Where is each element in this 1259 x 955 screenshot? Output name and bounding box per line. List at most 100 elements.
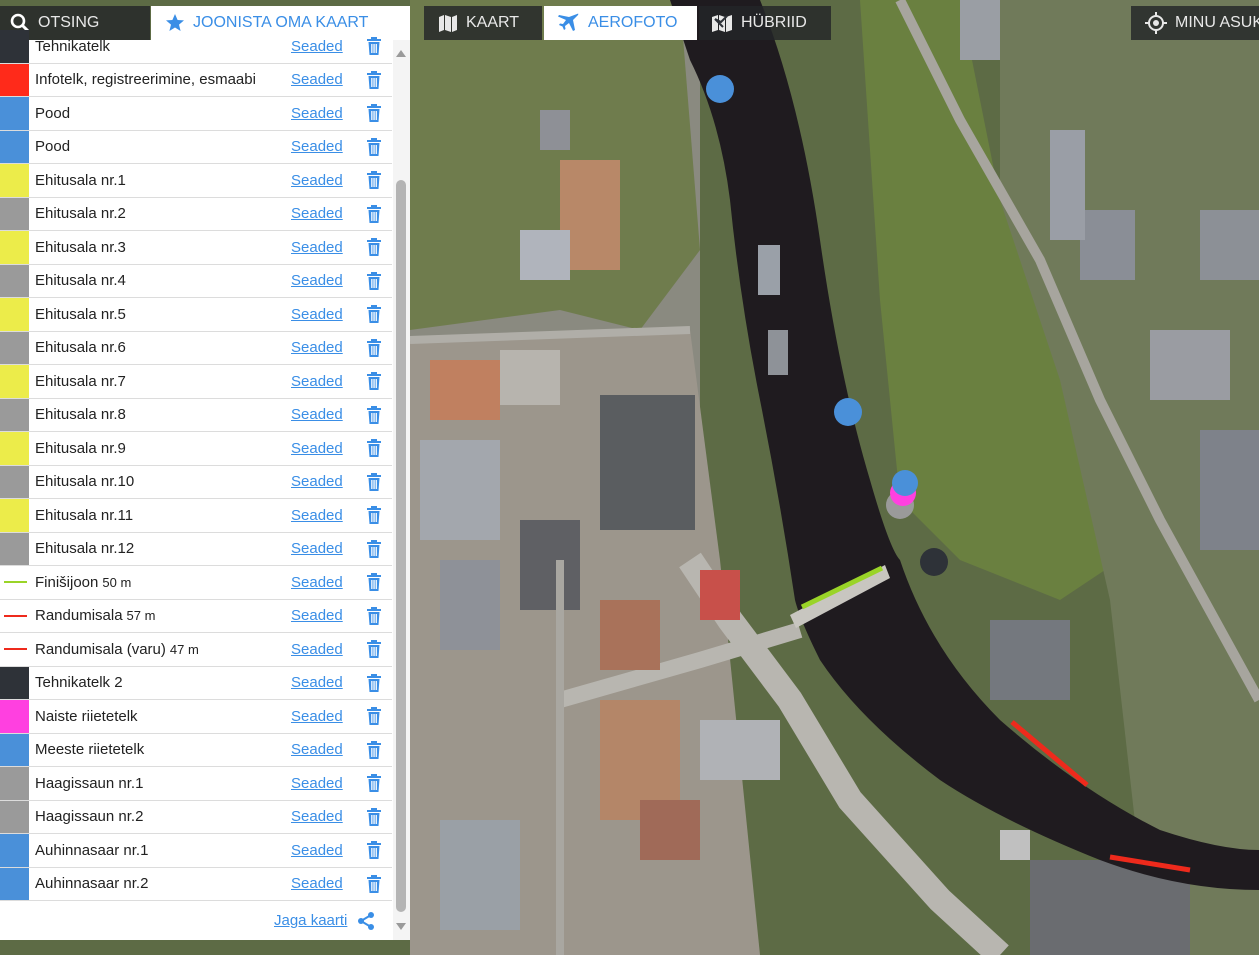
feature-settings-link[interactable]: Seaded	[291, 775, 343, 792]
area-color-swatch	[0, 398, 29, 431]
trash-icon[interactable]	[366, 405, 382, 424]
trash-icon[interactable]	[366, 238, 382, 257]
feature-row[interactable]: Ehitusala nr.11 Seaded	[0, 499, 392, 533]
feature-row[interactable]: Ehitusala nr.9 Seaded	[0, 432, 392, 466]
feature-settings-link[interactable]: Seaded	[291, 708, 343, 725]
trash-icon[interactable]	[366, 372, 382, 391]
trash-icon[interactable]	[366, 740, 382, 759]
shop-marker[interactable]	[834, 398, 862, 426]
trash-icon[interactable]	[366, 874, 382, 893]
feature-settings-link[interactable]: Seaded	[291, 473, 343, 490]
trash-icon[interactable]	[366, 70, 382, 89]
scrollbar-thumb[interactable]	[396, 180, 406, 912]
feature-row[interactable]: Tehnikatelk 2 Seaded	[0, 666, 392, 700]
feature-row[interactable]: Ehitusala nr.8 Seaded	[0, 398, 392, 432]
area-color-swatch	[0, 164, 29, 197]
feature-settings-link[interactable]: Seaded	[291, 607, 343, 624]
feature-row[interactable]: Ehitusala nr.1 Seaded	[0, 164, 392, 198]
feature-settings-link[interactable]: Seaded	[291, 741, 343, 758]
trash-icon[interactable]	[366, 673, 382, 692]
plane-icon	[558, 12, 580, 34]
feature-row[interactable]: Tehnikatelk Seaded	[0, 30, 392, 64]
feature-row[interactable]: Haagissaun nr.2 Seaded	[0, 800, 392, 834]
trash-icon[interactable]	[366, 104, 382, 123]
panel-scrollbar[interactable]	[393, 40, 410, 940]
trash-icon[interactable]	[366, 204, 382, 223]
area-color-swatch	[0, 365, 29, 398]
trash-icon[interactable]	[366, 439, 382, 458]
shop-marker[interactable]	[706, 75, 734, 103]
feature-row[interactable]: Ehitusala nr.2 Seaded	[0, 197, 392, 231]
feature-settings-link[interactable]: Seaded	[291, 105, 343, 122]
feature-row[interactable]: Pood Seaded	[0, 97, 392, 131]
feature-settings-link[interactable]: Seaded	[291, 339, 343, 356]
feature-settings-link[interactable]: Seaded	[291, 138, 343, 155]
feature-row[interactable]: Ehitusala nr.5 Seaded	[0, 298, 392, 332]
feature-row[interactable]: Ehitusala nr.12 Seaded	[0, 532, 392, 566]
trash-icon[interactable]	[366, 841, 382, 860]
hybrid-layer-button[interactable]: HÜBRIID	[699, 6, 831, 40]
feature-row[interactable]: Infotelk, registreerimine, esmaabi Seaded	[0, 63, 392, 97]
area-color-swatch	[0, 97, 29, 130]
share-map-link[interactable]: Jaga kaarti	[274, 912, 347, 929]
feature-row[interactable]: Ehitusala nr.3 Seaded	[0, 231, 392, 265]
feature-row[interactable]: Randumisala 57 m Seaded	[0, 600, 392, 633]
trash-icon[interactable]	[366, 338, 382, 357]
feature-row[interactable]: Naiste riietetelk Seaded	[0, 700, 392, 734]
area-color-swatch	[0, 63, 29, 96]
my-location-button[interactable]: MINU ASUKOHT	[1131, 6, 1259, 40]
trash-icon[interactable]	[366, 472, 382, 491]
feature-settings-link[interactable]: Seaded	[291, 71, 343, 88]
feature-row[interactable]: Ehitusala nr.7 Seaded	[0, 365, 392, 399]
trash-icon[interactable]	[366, 573, 382, 592]
aerial-layer-button[interactable]: AEROFOTO	[544, 6, 697, 40]
area-color-swatch	[0, 767, 29, 800]
tech-tent-marker[interactable]	[920, 548, 948, 576]
feature-settings-link[interactable]: Seaded	[291, 373, 343, 390]
feature-row[interactable]: Meeste riietetelk Seaded	[0, 733, 392, 767]
feature-row[interactable]: Finišijoon 50 m Seaded	[0, 566, 392, 600]
feature-settings-link[interactable]: Seaded	[291, 641, 343, 658]
trash-icon[interactable]	[366, 707, 382, 726]
feature-settings-link[interactable]: Seaded	[291, 574, 343, 591]
feature-settings-link[interactable]: Seaded	[291, 808, 343, 825]
trash-icon[interactable]	[366, 171, 382, 190]
trash-icon[interactable]	[366, 271, 382, 290]
feature-settings-link[interactable]: Seaded	[291, 38, 343, 55]
scroll-down-arrow-icon[interactable]	[396, 923, 406, 930]
share-icon[interactable]	[356, 911, 376, 931]
feature-settings-link[interactable]: Seaded	[291, 306, 343, 323]
feature-row[interactable]: Ehitusala nr.6 Seaded	[0, 331, 392, 365]
trash-icon[interactable]	[366, 606, 382, 625]
feature-row[interactable]: Auhinnasaar nr.2 Seaded	[0, 867, 392, 901]
trash-icon[interactable]	[366, 37, 382, 56]
feature-settings-link[interactable]: Seaded	[291, 507, 343, 524]
feature-settings-link[interactable]: Seaded	[291, 172, 343, 189]
feature-row[interactable]: Haagissaun nr.1 Seaded	[0, 767, 392, 801]
map-layer-button[interactable]: KAART	[424, 6, 542, 40]
trash-icon[interactable]	[366, 640, 382, 659]
trash-icon[interactable]	[366, 305, 382, 324]
feature-row[interactable]: Randumisala (varu) 47 m Seaded	[0, 633, 392, 667]
feature-row[interactable]: Ehitusala nr.10 Seaded	[0, 465, 392, 499]
feature-row[interactable]: Auhinnasaar nr.1 Seaded	[0, 834, 392, 868]
feature-settings-link[interactable]: Seaded	[291, 239, 343, 256]
feature-settings-link[interactable]: Seaded	[291, 674, 343, 691]
trash-icon[interactable]	[366, 506, 382, 525]
feature-settings-link[interactable]: Seaded	[291, 440, 343, 457]
feature-settings-link[interactable]: Seaded	[291, 205, 343, 222]
trash-icon[interactable]	[366, 137, 382, 156]
feature-settings-link[interactable]: Seaded	[291, 272, 343, 289]
trash-icon[interactable]	[366, 774, 382, 793]
trash-icon[interactable]	[366, 807, 382, 826]
feature-settings-link[interactable]: Seaded	[291, 540, 343, 557]
feature-settings-link[interactable]: Seaded	[291, 842, 343, 859]
feature-settings-link[interactable]: Seaded	[291, 875, 343, 892]
scroll-up-arrow-icon[interactable]	[396, 50, 406, 57]
feature-row[interactable]: Pood Seaded	[0, 130, 392, 164]
trash-icon[interactable]	[366, 539, 382, 558]
feature-row[interactable]: Ehitusala nr.4 Seaded	[0, 264, 392, 298]
line-color-swatch	[0, 600, 29, 633]
feature-settings-link[interactable]: Seaded	[291, 406, 343, 423]
mens-tent-marker[interactable]	[892, 470, 918, 496]
